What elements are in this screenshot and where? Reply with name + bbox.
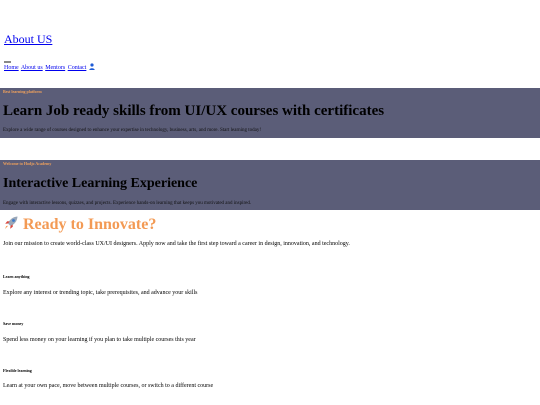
- innovate-title: Ready to Innovate?: [23, 216, 157, 233]
- rocket-icon: [3, 215, 19, 236]
- user-icon[interactable]: [89, 63, 95, 73]
- innovate-heading: Ready to Innovate?: [3, 215, 156, 236]
- hero-headline: Interactive Learning Experience: [3, 176, 198, 191]
- page: About US Home About us Mentors Contact B…: [0, 0, 540, 405]
- nav-home-link[interactable]: Home: [4, 65, 19, 71]
- hero-description: Engage with interactive lessons, quizzes…: [3, 201, 252, 206]
- about-us-link[interactable]: About US: [4, 32, 52, 47]
- feature-description: Explore any interest or trending topic, …: [3, 290, 198, 296]
- hero-headline: Learn Job ready skills from UI/UX course…: [3, 103, 385, 119]
- nav-about-link[interactable]: About us: [21, 65, 43, 71]
- hero-banner-1: Best learning platform Learn Job ready s…: [0, 88, 540, 138]
- feature-description: Learn at your own pace, move between mul…: [3, 383, 214, 389]
- hero-banner-2: Welcome to Hodjo Academy Interactive Lea…: [0, 160, 540, 210]
- nav-bar: Home About us Mentors Contact: [4, 63, 95, 73]
- hero-eyebrow: Welcome to Hodjo Academy: [3, 161, 52, 166]
- innovate-description: Join our mission to create world-class U…: [3, 241, 350, 247]
- hero-eyebrow: Best learning platform: [3, 89, 42, 94]
- feature-title: Save money: [3, 321, 24, 326]
- feature-title: Flexible learning: [3, 368, 32, 373]
- nav-contact-link[interactable]: Contact: [68, 65, 87, 71]
- feature-title: Learn anything: [3, 274, 30, 279]
- nav-mentors-link[interactable]: Mentors: [45, 65, 65, 71]
- hero-description: Explore a wide range of courses designed…: [3, 128, 262, 133]
- feature-description: Spend less money on your learning if you…: [3, 337, 196, 343]
